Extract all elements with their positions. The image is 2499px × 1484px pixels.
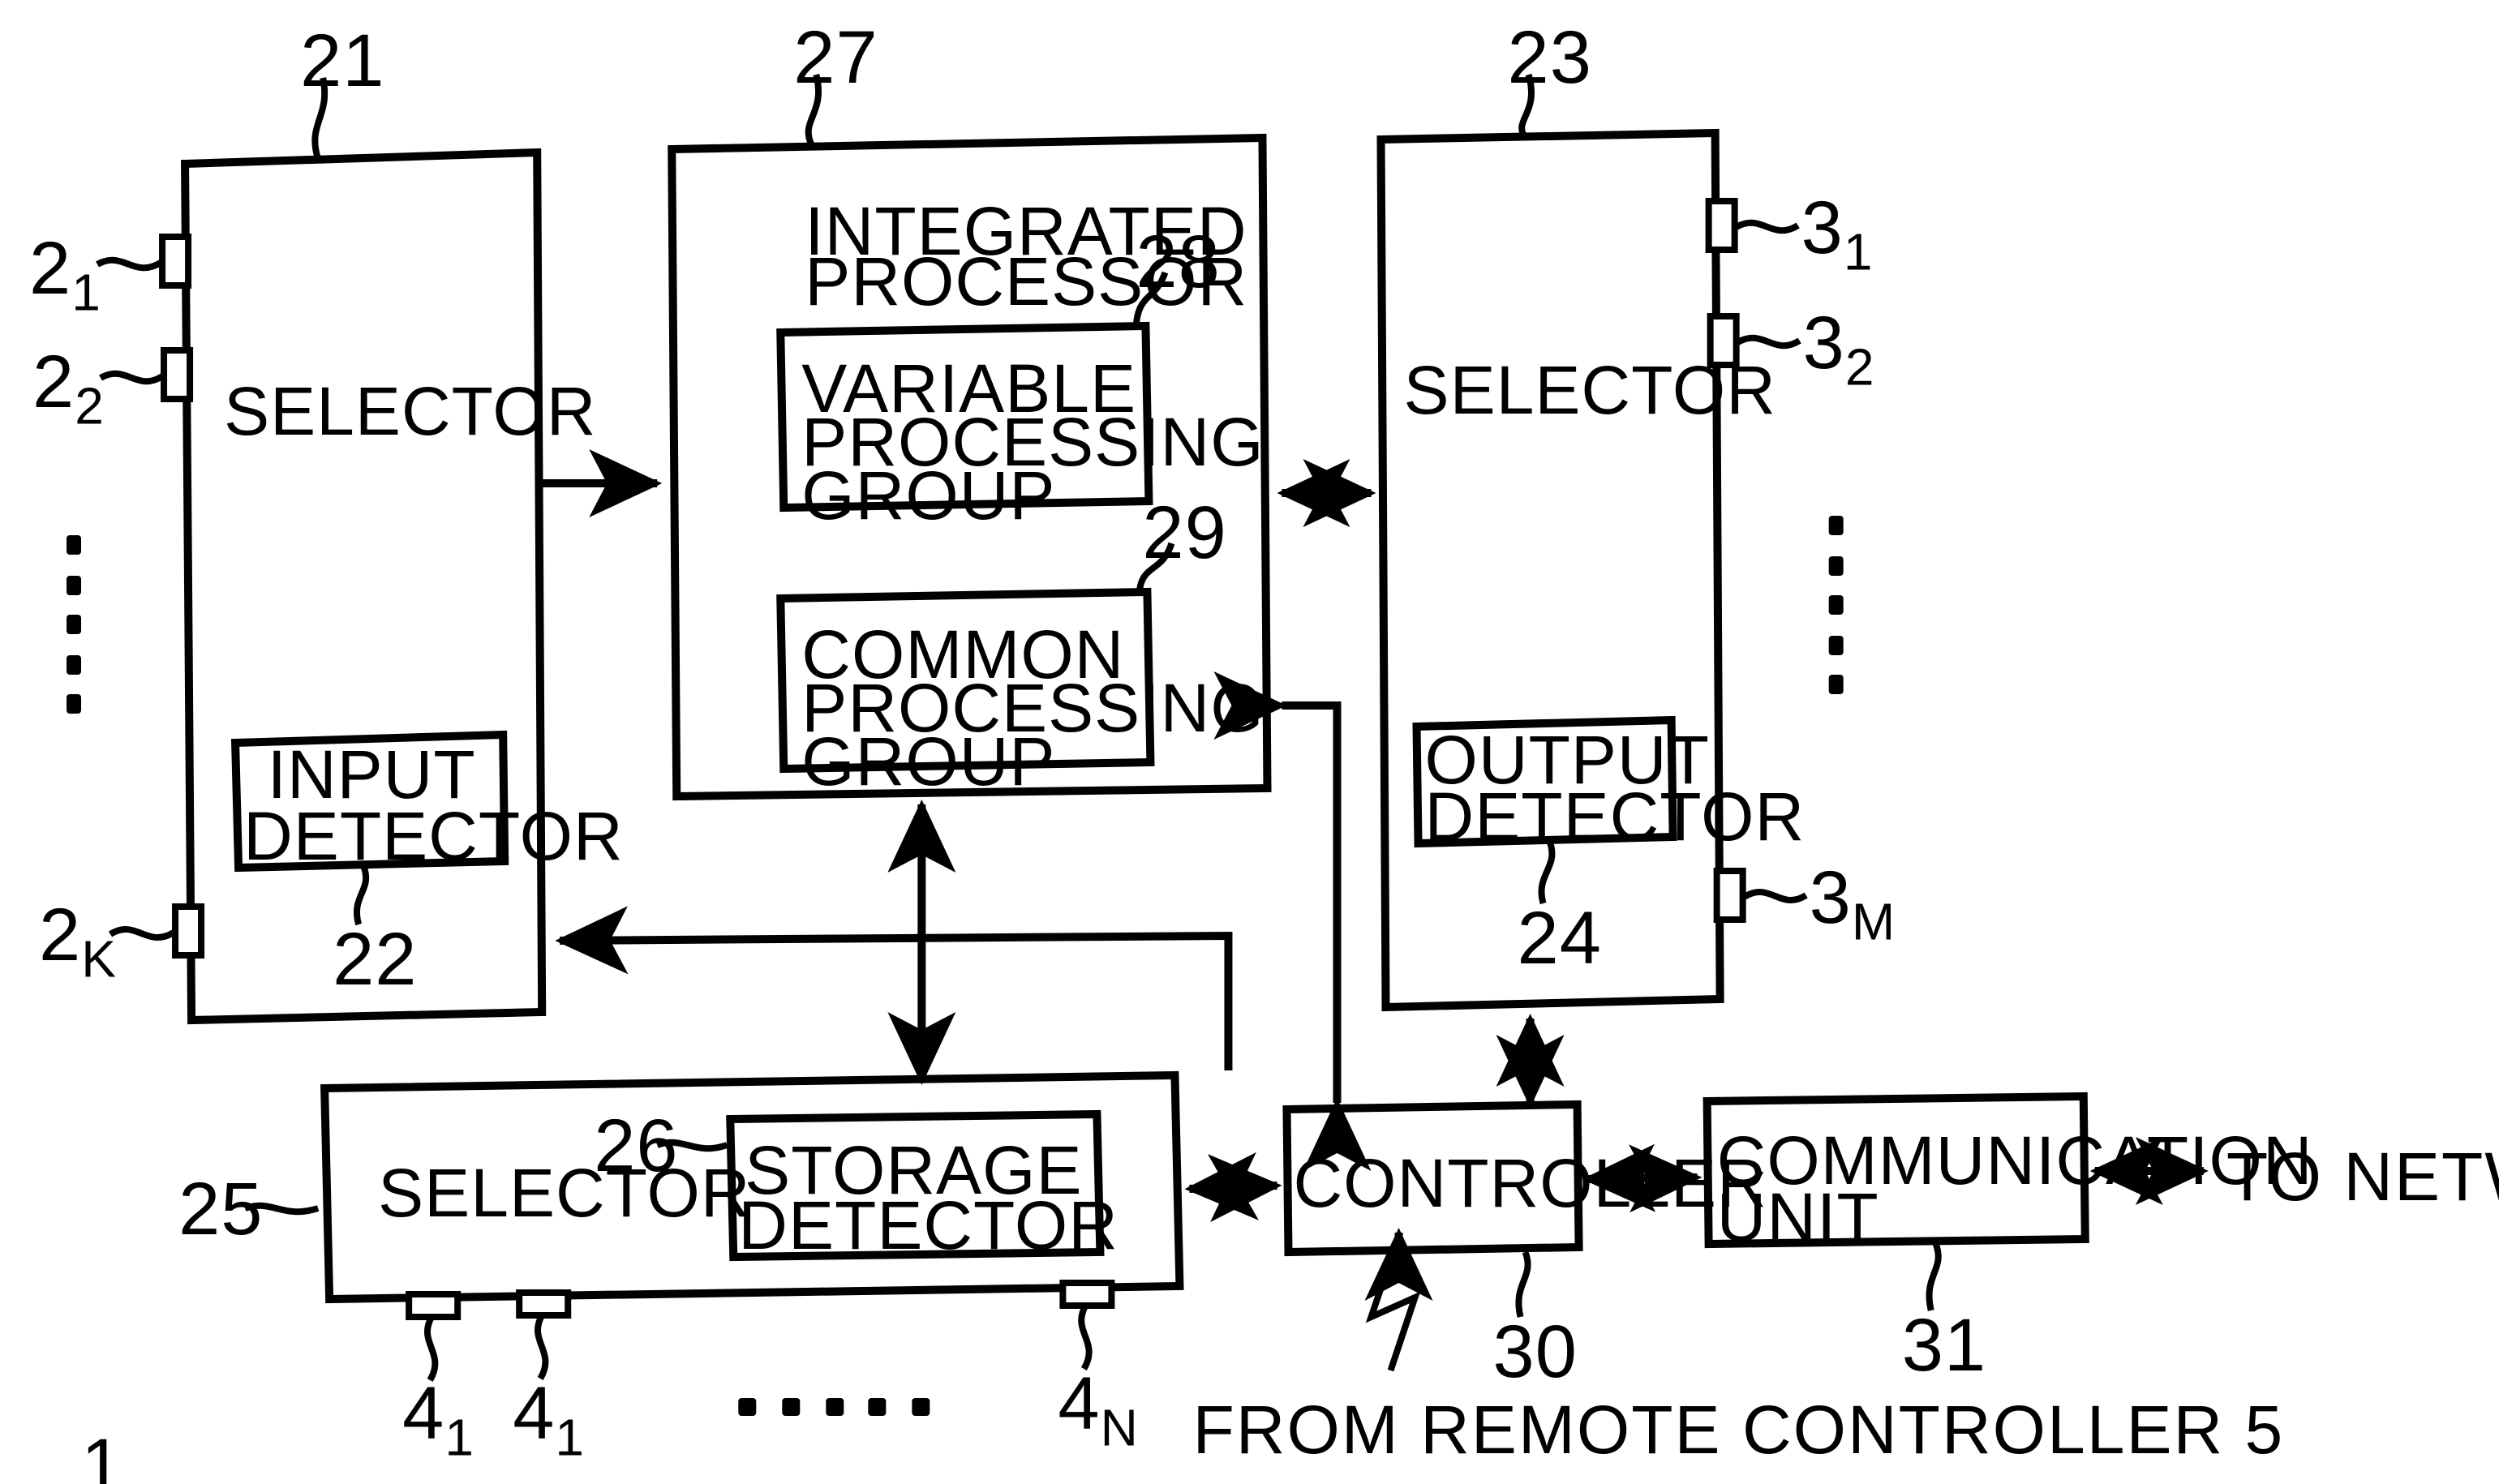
controller-label: CONTROLLER bbox=[1293, 1145, 1767, 1221]
from-remote-controller-label: FROM REMOTE CONTROLLER 5 bbox=[1192, 1392, 2285, 1468]
ref-23: 23 bbox=[1507, 15, 1592, 99]
storage-selector-label: SELECTOR bbox=[378, 1155, 751, 1231]
ref-24: 24 bbox=[1517, 895, 1602, 980]
port-label-output-2: 32 bbox=[1802, 300, 1874, 397]
storage-port-tab-n bbox=[1059, 1280, 1115, 1309]
storage-port-tab-2 bbox=[516, 1289, 572, 1319]
input-port-tab-k bbox=[172, 903, 205, 959]
figure-number: 1 bbox=[81, 1422, 124, 1484]
arrow-feedback-to-selector21 bbox=[555, 906, 1233, 1070]
port-label-input-2: 22 bbox=[32, 339, 104, 435]
communication-unit-label-line2: UNIT bbox=[1716, 1179, 1879, 1255]
port-label-input-k: 2K bbox=[39, 892, 116, 989]
port-label-output-1: 31 bbox=[1801, 185, 1873, 281]
patent-figure: 21 27 23 28 29 22 24 25 26 30 31 SELECTO… bbox=[0, 0, 2499, 1484]
lightning-remote-signal bbox=[1365, 1234, 1421, 1372]
output-port-tab-1 bbox=[1705, 198, 1738, 253]
input-port-tab-1 bbox=[159, 234, 192, 289]
arrow-storage-selector-controller bbox=[1184, 1152, 1282, 1223]
connectors bbox=[540, 449, 2209, 1372]
ref-21: 21 bbox=[300, 18, 385, 102]
input-ports-ellipsis bbox=[62, 535, 84, 714]
output-ports-ellipsis bbox=[1824, 516, 1847, 694]
ref-25: 25 bbox=[178, 1166, 264, 1250]
to-network-label: TO NETWORK bbox=[2226, 1139, 2499, 1215]
ref-29: 29 bbox=[1142, 490, 1227, 574]
port-label-storage-1: 41 bbox=[402, 1370, 474, 1467]
storage-port-tab-1 bbox=[406, 1291, 462, 1320]
port-label-storage-n: 4N bbox=[1058, 1361, 1138, 1457]
port-label-storage-2: 41 bbox=[513, 1370, 584, 1467]
storage-detector-label-line2: DETECTOR bbox=[738, 1187, 1119, 1263]
integrated-processor-label-line2: PROCESSOR bbox=[805, 243, 1248, 320]
variable-processing-group-label-line3: GROUP bbox=[801, 457, 1056, 534]
port-label-output-m: 3M bbox=[1809, 855, 1896, 951]
ref-31: 31 bbox=[1901, 1302, 1987, 1387]
input-selector-label: SELECTOR bbox=[224, 373, 597, 449]
output-selector-outline bbox=[1376, 128, 1724, 1012]
output-port-tab-m bbox=[1713, 868, 1746, 923]
ref-30: 30 bbox=[1492, 1309, 1578, 1393]
input-detector-label-line2: DETECTOR bbox=[243, 798, 624, 874]
output-selector-label: SELECTOR bbox=[1403, 352, 1776, 428]
output-detector-label-line2: DETECTOR bbox=[1424, 778, 1806, 855]
port-label-input-1: 21 bbox=[29, 225, 101, 322]
arrow-processor-to-controller bbox=[1282, 701, 1372, 1171]
input-port-tab-2 bbox=[161, 347, 194, 402]
storage-ports-ellipsis bbox=[738, 1395, 930, 1418]
ref-22: 22 bbox=[333, 916, 418, 1001]
common-processing-group-label-line3: GROUP bbox=[801, 723, 1056, 800]
ref-27: 27 bbox=[793, 15, 878, 99]
